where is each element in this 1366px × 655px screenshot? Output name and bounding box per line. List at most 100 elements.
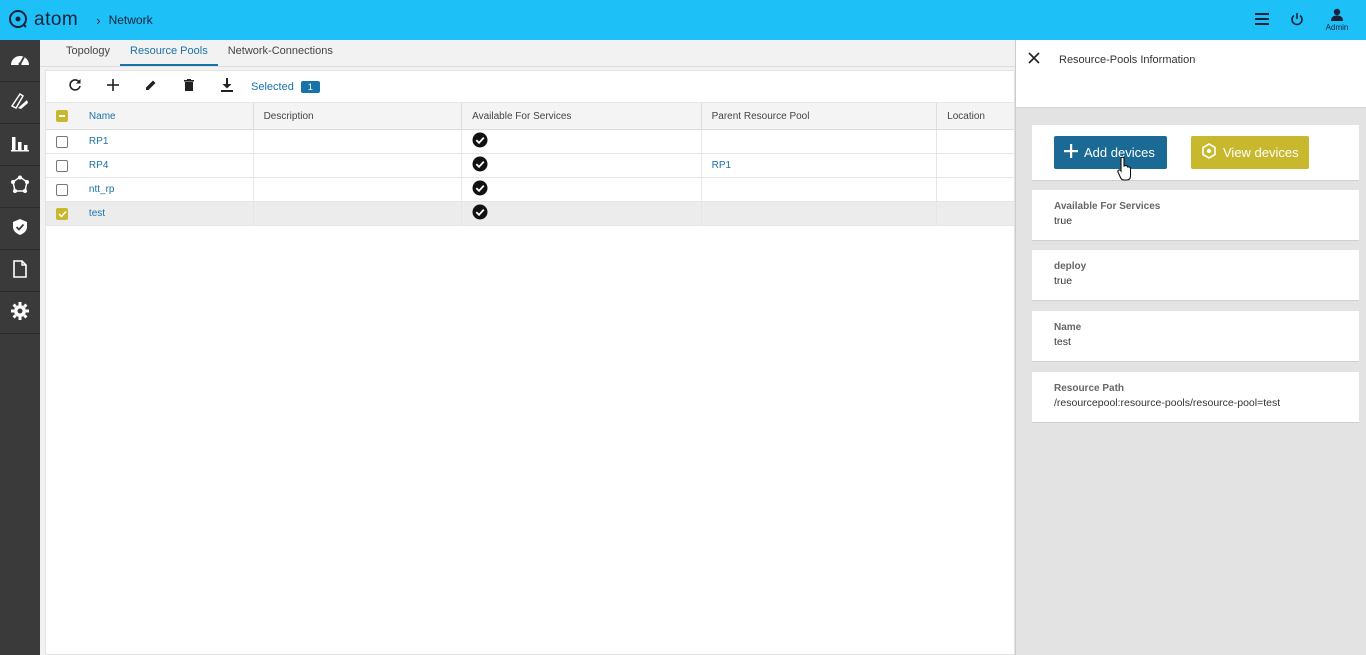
edit-button[interactable] <box>132 73 170 101</box>
table-row[interactable]: test <box>46 202 1014 226</box>
selected-count-badge: 1 <box>300 80 320 93</box>
analytics-icon <box>11 134 29 155</box>
add-button[interactable] <box>94 73 132 101</box>
cell-description <box>254 202 463 225</box>
user-menu-button[interactable]: Admin <box>1314 0 1360 40</box>
table-row[interactable]: RP1 <box>46 130 1014 154</box>
details-title: Resource-Pools Information <box>1059 54 1196 66</box>
resources-icon <box>10 92 30 113</box>
details-panel: Resource-Pools Information Add devices V… <box>1015 40 1366 655</box>
row-checkbox[interactable] <box>46 178 79 201</box>
row-checkbox[interactable] <box>46 202 79 225</box>
column-header-available[interactable]: Available For Services <box>462 103 702 129</box>
user-icon <box>1330 8 1344 24</box>
main-area: Topology Resource Pools Network-Connecti… <box>40 40 1015 655</box>
app-name: atom <box>34 9 79 30</box>
table-body: RP1 RP4 RP1 ntt_rp test <box>46 130 1014 226</box>
view-devices-label: View devices <box>1223 145 1299 160</box>
plus-icon <box>107 79 119 94</box>
cell-available <box>462 202 702 225</box>
field-name: Name test <box>1032 311 1359 362</box>
table-row[interactable]: RP4 RP1 <box>46 154 1014 178</box>
document-icon <box>13 260 27 281</box>
atom-logo-icon <box>8 9 28 32</box>
field-available-for-services: Available For Services true <box>1032 190 1359 241</box>
field-label: Name <box>1054 322 1082 333</box>
plus-icon <box>1064 144 1084 161</box>
cell-parent-pool[interactable] <box>702 130 938 153</box>
row-checkbox[interactable] <box>46 130 79 153</box>
pencil-icon <box>145 79 157 94</box>
selected-label: Selected <box>251 80 294 93</box>
cell-location <box>937 154 1014 177</box>
field-value: test <box>1054 336 1071 348</box>
sidebar-item-analytics[interactable] <box>0 124 40 166</box>
cell-name[interactable]: RP4 <box>79 154 254 177</box>
field-deploy: deploy true <box>1032 250 1359 301</box>
field-value: true <box>1054 215 1073 227</box>
top-bar: atom › Network Admin <box>0 0 1366 40</box>
field-value: true <box>1054 275 1073 287</box>
cell-available <box>462 130 702 153</box>
topology-icon <box>10 175 30 198</box>
sidebar-item-topology[interactable] <box>0 166 40 208</box>
cell-available <box>462 178 702 201</box>
tab-resource-pools[interactable]: Resource Pools <box>120 39 218 66</box>
cell-location <box>937 202 1014 225</box>
list-icon <box>1254 12 1269 28</box>
table-row[interactable]: ntt_rp <box>46 178 1014 202</box>
dashboard-icon <box>10 51 30 70</box>
field-value: /resourcepool:resource-pools/resource-po… <box>1054 397 1281 409</box>
breadcrumb[interactable]: Network <box>109 13 153 27</box>
unchecked-checkbox-icon <box>56 183 69 196</box>
field-resource-path: Resource Path /resourcepool:resource-poo… <box>1032 372 1359 423</box>
sidebar-item-documents[interactable] <box>0 250 40 292</box>
sidebar-item-security[interactable] <box>0 208 40 250</box>
row-checkbox[interactable] <box>46 154 79 177</box>
sidebar-item-resources[interactable] <box>0 82 40 124</box>
cell-available <box>462 154 702 177</box>
refresh-icon <box>68 78 82 95</box>
cell-name[interactable]: ntt_rp <box>79 178 254 201</box>
close-button[interactable] <box>1016 52 1051 67</box>
view-devices-button[interactable]: View devices <box>1191 136 1309 169</box>
cell-parent-pool[interactable] <box>702 202 938 225</box>
cell-description <box>254 178 463 201</box>
check-circle-icon <box>472 204 488 223</box>
cell-parent-pool[interactable] <box>702 178 938 201</box>
select-all-checkbox[interactable] <box>46 103 79 129</box>
refresh-button[interactable] <box>56 73 94 101</box>
column-header-description[interactable]: Description <box>254 103 463 129</box>
delete-button[interactable] <box>170 73 208 101</box>
toolbar: Selected 1 <box>46 71 1014 103</box>
download-button[interactable] <box>208 73 246 101</box>
cell-location <box>937 178 1014 201</box>
user-label: Admin <box>1325 23 1349 32</box>
sidebar-item-dashboard[interactable] <box>0 40 40 82</box>
table-header: Name Description Available For Services … <box>46 103 1014 130</box>
sidebar-item-settings[interactable] <box>0 292 40 334</box>
column-header-name[interactable]: Name <box>79 103 254 129</box>
check-circle-icon <box>472 156 488 175</box>
app-logo[interactable]: atom <box>8 9 78 32</box>
cell-name[interactable]: test <box>79 202 254 225</box>
trash-icon <box>184 79 194 94</box>
column-header-parent[interactable]: Parent Resource Pool <box>702 103 938 129</box>
tab-network-connections[interactable]: Network-Connections <box>218 39 343 66</box>
list-menu-button[interactable] <box>1244 0 1279 40</box>
chevron-right-icon: › <box>96 12 101 28</box>
add-devices-button[interactable]: Add devices <box>1054 136 1167 169</box>
field-label: Resource Path <box>1054 383 1125 394</box>
cell-name[interactable]: RP1 <box>79 130 254 153</box>
cell-parent-pool[interactable]: RP1 <box>702 154 938 177</box>
sidebar <box>0 40 40 655</box>
shield-icon <box>12 218 28 239</box>
check-circle-icon <box>472 180 488 199</box>
column-header-location[interactable]: Location <box>937 103 1014 129</box>
tab-topology[interactable]: Topology <box>56 39 120 66</box>
indeterminate-checkbox-icon <box>56 110 69 122</box>
cell-description <box>254 130 463 153</box>
device-actions-card: Add devices View devices <box>1032 125 1359 181</box>
logout-button[interactable] <box>1279 0 1314 40</box>
details-header: Resource-Pools Information <box>1016 40 1366 108</box>
